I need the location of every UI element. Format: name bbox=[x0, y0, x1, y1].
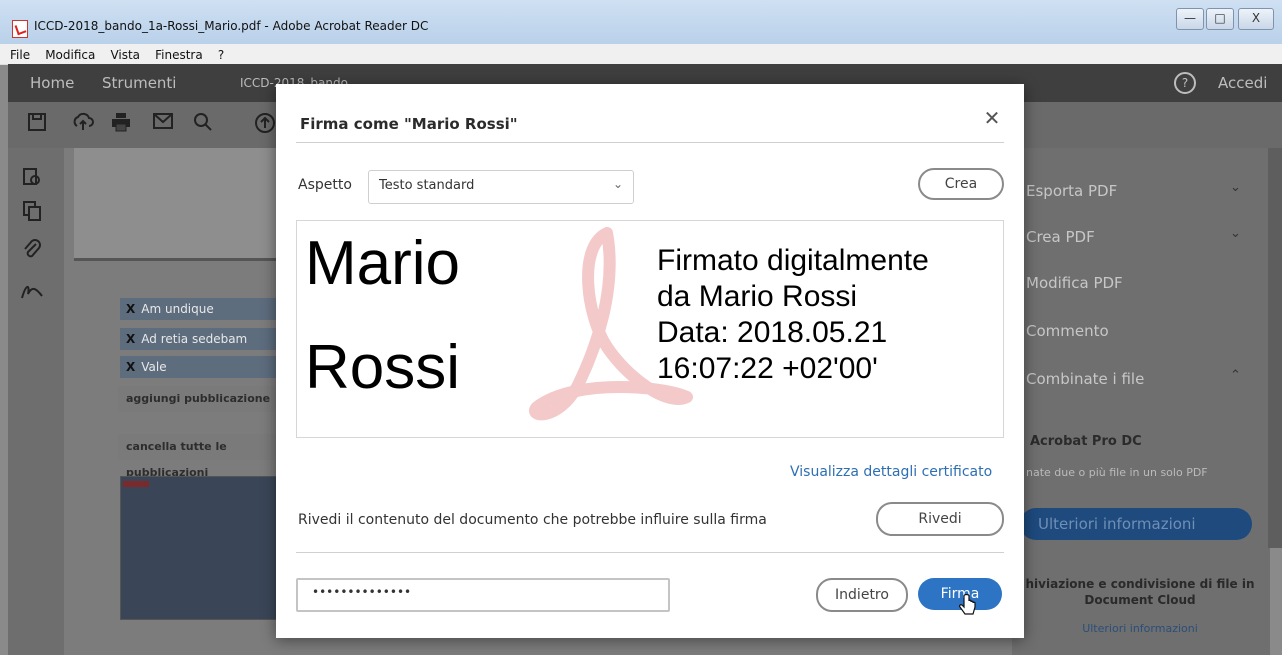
hand-cursor-icon bbox=[958, 593, 978, 622]
sign-dialog: Firma come "Mario Rossi" ✕ Aspetto Testo… bbox=[276, 84, 1024, 638]
back-button[interactable]: Indietro bbox=[816, 578, 908, 612]
signature-info-line: da Mario Rossi bbox=[657, 280, 858, 313]
signin-link[interactable]: Accedi bbox=[1218, 74, 1267, 92]
cloud-title: hiviazione e condivisione di file in Doc… bbox=[1025, 577, 1255, 607]
chevron-up-icon[interactable]: ⌃ bbox=[1230, 368, 1241, 383]
window-title: ICCD-2018_bando_1a-Rossi_Mario.pdf - Ado… bbox=[34, 19, 429, 33]
tool-create-pdf[interactable]: Crea PDF bbox=[1026, 228, 1095, 246]
tab-home[interactable]: Home bbox=[30, 74, 74, 92]
document-row: X Am undique bbox=[120, 298, 286, 320]
review-button[interactable]: Rivedi bbox=[876, 502, 1004, 536]
tool-comment[interactable]: Commento bbox=[1026, 322, 1109, 340]
upload-circle-icon[interactable] bbox=[254, 112, 276, 134]
menu-file[interactable]: File bbox=[10, 48, 30, 62]
signature-name-line2: Rossi bbox=[305, 333, 461, 402]
copy-pages-icon[interactable] bbox=[20, 200, 44, 224]
signature-info-line: 16:07:22 +02'00' bbox=[657, 352, 878, 385]
minimize-button[interactable]: — bbox=[1176, 8, 1204, 30]
attachment-icon[interactable] bbox=[20, 238, 44, 262]
chevron-down-icon[interactable]: ⌄ bbox=[1230, 226, 1241, 241]
document-box bbox=[120, 476, 282, 620]
page-thumbnails-icon[interactable] bbox=[20, 166, 44, 190]
print-icon[interactable] bbox=[110, 112, 132, 134]
signature-preview: Mario Rossi Firmato digitalmente da Mari… bbox=[296, 220, 1004, 438]
signature-icon[interactable] bbox=[20, 280, 44, 304]
appearance-label: Aspetto bbox=[298, 177, 352, 193]
menu-finestra[interactable]: Finestra bbox=[155, 48, 203, 62]
menu-bar: File Modifica Vista Finestra ? bbox=[0, 44, 1282, 65]
email-icon[interactable] bbox=[152, 112, 174, 134]
right-panel-scrollbar[interactable] bbox=[1268, 148, 1282, 548]
document-row: X Ad retia sedebam bbox=[120, 328, 286, 350]
help-icon[interactable]: ? bbox=[1174, 72, 1196, 94]
add-publication-button[interactable]: aggiungi pubblicazione bbox=[118, 386, 284, 412]
divider bbox=[296, 552, 1004, 553]
signature-name-line1: Mario bbox=[305, 229, 461, 298]
view-certificate-link[interactable]: Visualizza dettagli certificato bbox=[790, 464, 992, 480]
appearance-select[interactable]: Testo standard ⌄ bbox=[368, 170, 634, 204]
cloud-more-info-link[interactable]: Ulteriori informazioni bbox=[1024, 622, 1256, 635]
signature-info-line: Firmato digitalmente bbox=[657, 244, 929, 277]
red-marker bbox=[123, 481, 149, 487]
review-text: Rivedi il contenuto del documento che po… bbox=[298, 512, 767, 528]
search-icon[interactable] bbox=[192, 112, 214, 134]
promo-more-info-button[interactable]: Ulteriori informazioni bbox=[1020, 508, 1252, 540]
signature-info: Firmato digitalmente da Mario Rossi Data… bbox=[657, 243, 929, 387]
dialog-title: Firma come "Mario Rossi" bbox=[300, 115, 518, 133]
clear-publications-button[interactable]: cancella tutte le pubblicazioni bbox=[118, 434, 284, 479]
tool-edit-pdf[interactable]: Modifica PDF bbox=[1026, 274, 1123, 292]
appearance-value: Testo standard bbox=[379, 178, 475, 193]
tool-combine-files[interactable]: Combinate i file bbox=[1026, 370, 1144, 388]
tab-tools[interactable]: Strumenti bbox=[102, 74, 176, 92]
chevron-down-icon: ⌄ bbox=[612, 177, 623, 191]
window-title-bar: ICCD-2018_bando_1a-Rossi_Mario.pdf - Ado… bbox=[0, 0, 1282, 45]
divider bbox=[296, 142, 1004, 143]
promo-text: nate due o più file in un solo PDF bbox=[1026, 466, 1208, 479]
chevron-down-icon[interactable]: ⌄ bbox=[1230, 180, 1241, 195]
close-icon[interactable]: ✕ bbox=[982, 108, 1002, 128]
save-icon[interactable] bbox=[26, 112, 48, 134]
create-button[interactable]: Crea bbox=[918, 168, 1004, 200]
maximize-button[interactable]: □ bbox=[1206, 8, 1234, 30]
upload-cloud-icon[interactable] bbox=[72, 112, 94, 134]
menu-modifica[interactable]: Modifica bbox=[45, 48, 95, 62]
document-row: X Vale bbox=[120, 356, 286, 378]
menu-help[interactable]: ? bbox=[218, 48, 224, 62]
tool-export-pdf[interactable]: Esporta PDF bbox=[1026, 182, 1117, 200]
document-page-top bbox=[74, 148, 284, 261]
left-rail bbox=[8, 148, 65, 655]
signature-info-line: Data: 2018.05.21 bbox=[657, 316, 888, 349]
close-window-button[interactable]: X bbox=[1238, 8, 1274, 30]
menu-vista[interactable]: Vista bbox=[110, 48, 140, 62]
pdf-app-icon bbox=[12, 20, 28, 38]
password-input[interactable]: •••••••••••••• bbox=[296, 578, 670, 612]
password-value: •••••••••••••• bbox=[312, 585, 412, 599]
promo-title: Acrobat Pro DC bbox=[1030, 434, 1142, 449]
